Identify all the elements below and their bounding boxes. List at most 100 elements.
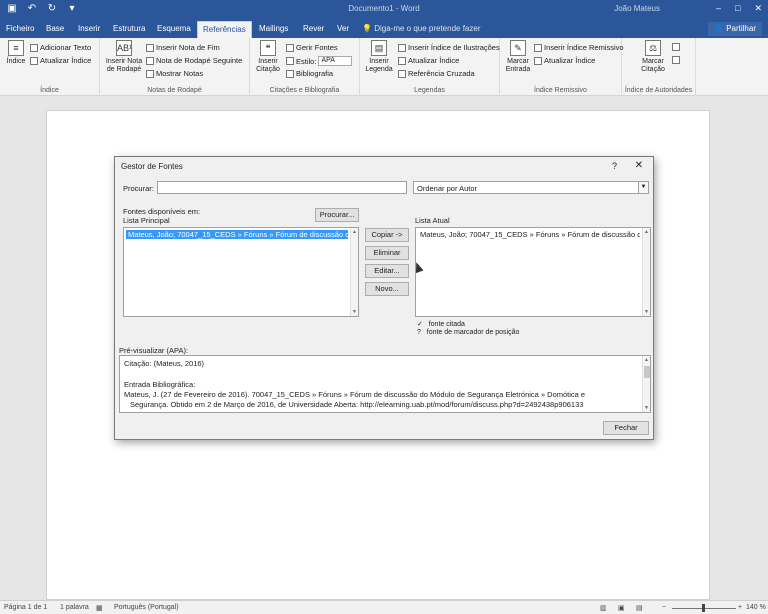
insert-index-button[interactable]: Inserir Índice Remissivo — [534, 43, 624, 52]
style-selector[interactable]: Estilo: APA — [286, 56, 353, 66]
scroll-down-icon[interactable]: ▼ — [643, 309, 650, 315]
tab-view[interactable]: Ver — [337, 24, 349, 33]
minimize-icon[interactable]: – — [716, 3, 721, 14]
zoom-level[interactable]: 140 % — [746, 604, 766, 611]
zoom-in-icon[interactable]: + — [738, 604, 742, 611]
tab-home[interactable]: Base — [46, 24, 64, 33]
mark-entry-button[interactable]: ✎ Marcar Entrada — [504, 40, 532, 74]
current-list-item[interactable]: Mateus, João; 70047_15_CEDS » Fóruns » F… — [418, 230, 640, 239]
tab-references[interactable]: Referências — [197, 21, 252, 38]
close-button[interactable]: Fechar — [603, 421, 649, 435]
scroll-down-icon[interactable]: ▼ — [351, 309, 358, 315]
group-authorities: ⚖ Marcar Citação Índice de Autoridades — [622, 38, 696, 96]
insert-table-figures-button[interactable]: Inserir Índice de Ilustrações — [398, 43, 500, 52]
insert-footnote-label-1: Inserir Nota — [105, 58, 143, 65]
insert-endnote-label: Inserir Nota de Fim — [156, 43, 220, 52]
add-text-button[interactable]: Adicionar Texto — [30, 43, 91, 52]
show-notes-button[interactable]: Mostrar Notas — [146, 69, 203, 78]
update-index-label: Atualizar Índice — [40, 56, 92, 65]
close-window-icon[interactable]: ✕ — [754, 3, 762, 14]
endnote-icon — [146, 43, 154, 52]
insert-caption-button[interactable]: ▤ Inserir Legenda — [364, 40, 394, 74]
help-icon[interactable]: ? — [612, 161, 617, 171]
web-layout-icon[interactable]: ▤ — [636, 604, 643, 612]
tab-review[interactable]: Rever — [303, 24, 324, 33]
user-name[interactable]: João Mateus — [614, 4, 660, 13]
edit-button[interactable]: Editar... — [365, 264, 409, 278]
update-table-button[interactable]: Atualizar Índice — [398, 56, 459, 65]
word-count[interactable]: 1 palavra — [60, 604, 89, 611]
tab-layout[interactable]: Esquema — [157, 24, 191, 33]
cross-reference-icon — [398, 69, 406, 78]
bibliography-icon — [286, 69, 294, 78]
insert-footnote-button[interactable]: AB¹ Inserir Nota de Rodapé — [104, 40, 144, 74]
insert-caption-label-2: Legenda — [365, 66, 393, 73]
tell-me-text: Diga-me o que pretende fazer — [374, 24, 481, 33]
print-layout-icon[interactable]: ▣ — [618, 604, 625, 612]
preview-label: Pré-visualizar (APA): — [119, 346, 189, 355]
proofing-icon[interactable]: ▦ — [96, 604, 103, 612]
new-button[interactable]: Novo... — [365, 282, 409, 296]
insert-index-label: Inserir Índice Remissivo — [544, 43, 624, 52]
zoom-out-icon[interactable]: − — [662, 604, 666, 611]
manage-sources-icon — [286, 43, 294, 52]
mark-citation-icon: ⚖ — [645, 40, 661, 56]
tab-insert[interactable]: Inserir — [78, 24, 100, 33]
group-label-authorities: Índice de Autoridades — [624, 87, 693, 94]
current-list-scrollbar[interactable]: ▲ ▼ — [642, 228, 650, 316]
page-count[interactable]: Página 1 de 1 — [4, 604, 47, 611]
chevron-down-icon[interactable]: ▼ — [638, 182, 648, 193]
browse-button[interactable]: Procurar... — [315, 208, 359, 222]
tab-file[interactable]: Ficheiro — [6, 24, 34, 33]
scroll-down-icon[interactable]: ▼ — [643, 405, 650, 411]
delete-button[interactable]: Eliminar — [365, 246, 409, 260]
tell-me-box[interactable]: 💡 Diga-me o que pretende fazer — [362, 24, 481, 33]
index-button[interactable]: ≡ Índice — [4, 40, 28, 66]
current-list[interactable]: Mateus, João; 70047_15_CEDS » Fóruns » F… — [415, 227, 651, 317]
language[interactable]: Português (Portugal) — [114, 604, 179, 611]
update-authorities-button[interactable] — [672, 56, 680, 64]
style-dropdown[interactable]: APA — [318, 56, 353, 66]
share-button[interactable]: 👤 Partilhar — [708, 22, 762, 36]
insert-citation-button[interactable]: ❝ Inserir Citação — [254, 40, 282, 74]
update-index2-button[interactable]: Atualizar Índice — [534, 56, 595, 65]
insert-authorities-button[interactable] — [672, 43, 680, 51]
sort-dropdown[interactable]: Ordenar por Autor ▼ — [413, 181, 649, 194]
close-dialog-icon[interactable]: ✕ — [635, 160, 643, 171]
tab-mailings[interactable]: Mailings — [259, 24, 288, 33]
tab-design[interactable]: Estrutura — [113, 24, 145, 33]
scroll-up-icon[interactable]: ▲ — [643, 229, 650, 235]
preview-scrollbar[interactable]: ▲ ▼ — [642, 356, 650, 412]
mark-citation-label-1: Marcar — [642, 58, 664, 65]
preview-box[interactable]: Citação: (Mateus, 2016) Entrada Bibliogr… — [119, 355, 651, 413]
index-icon: ≡ — [8, 40, 24, 56]
group-citations: ❝ Inserir Citação Gerir Fontes Estilo: A… — [250, 38, 360, 96]
master-list-scrollbar[interactable]: ▲ ▼ — [350, 228, 358, 316]
citation-icon: ❝ — [260, 40, 276, 56]
maximize-icon[interactable]: □ — [735, 3, 740, 14]
update-index-button[interactable]: Atualizar Índice — [30, 56, 91, 65]
zoom-slider-thumb[interactable] — [702, 604, 705, 612]
insert-caption-label-1: Inserir — [369, 58, 389, 65]
scroll-thumb[interactable] — [644, 366, 650, 378]
lightbulb-icon: 💡 — [362, 24, 372, 33]
group-label-index-entries: Índice Remissivo — [534, 87, 587, 94]
search-input[interactable] — [157, 181, 407, 194]
next-footnote-button[interactable]: Nota de Rodapé Seguinte — [146, 56, 242, 65]
manage-sources-button[interactable]: Gerir Fontes — [286, 43, 338, 52]
insert-endnote-button[interactable]: Inserir Nota de Fim — [146, 43, 220, 52]
mark-citation-button[interactable]: ⚖ Marcar Citação — [636, 40, 670, 74]
scroll-up-icon[interactable]: ▲ — [643, 357, 650, 363]
scroll-up-icon[interactable]: ▲ — [351, 229, 358, 235]
master-list-item[interactable]: Mateus, João; 70047_15_CEDS » Fóruns » F… — [126, 230, 348, 239]
bibliography-button[interactable]: Bibliografia — [286, 69, 333, 78]
legend-placeholder: ? fonte de marcador de posição — [417, 329, 519, 336]
copy-button[interactable]: Copiar -> — [365, 228, 409, 242]
mark-entry-label-1: Marcar — [507, 58, 529, 65]
read-mode-icon[interactable]: ▥ — [600, 604, 607, 612]
cross-reference-button[interactable]: Referência Cruzada — [398, 69, 475, 78]
update-table-icon — [398, 56, 406, 65]
master-list[interactable]: Mateus, João; 70047_15_CEDS » Fóruns » F… — [123, 227, 359, 317]
add-text-label: Adicionar Texto — [40, 43, 92, 52]
preview-citation: Citação: (Mateus, 2016) — [124, 359, 205, 368]
